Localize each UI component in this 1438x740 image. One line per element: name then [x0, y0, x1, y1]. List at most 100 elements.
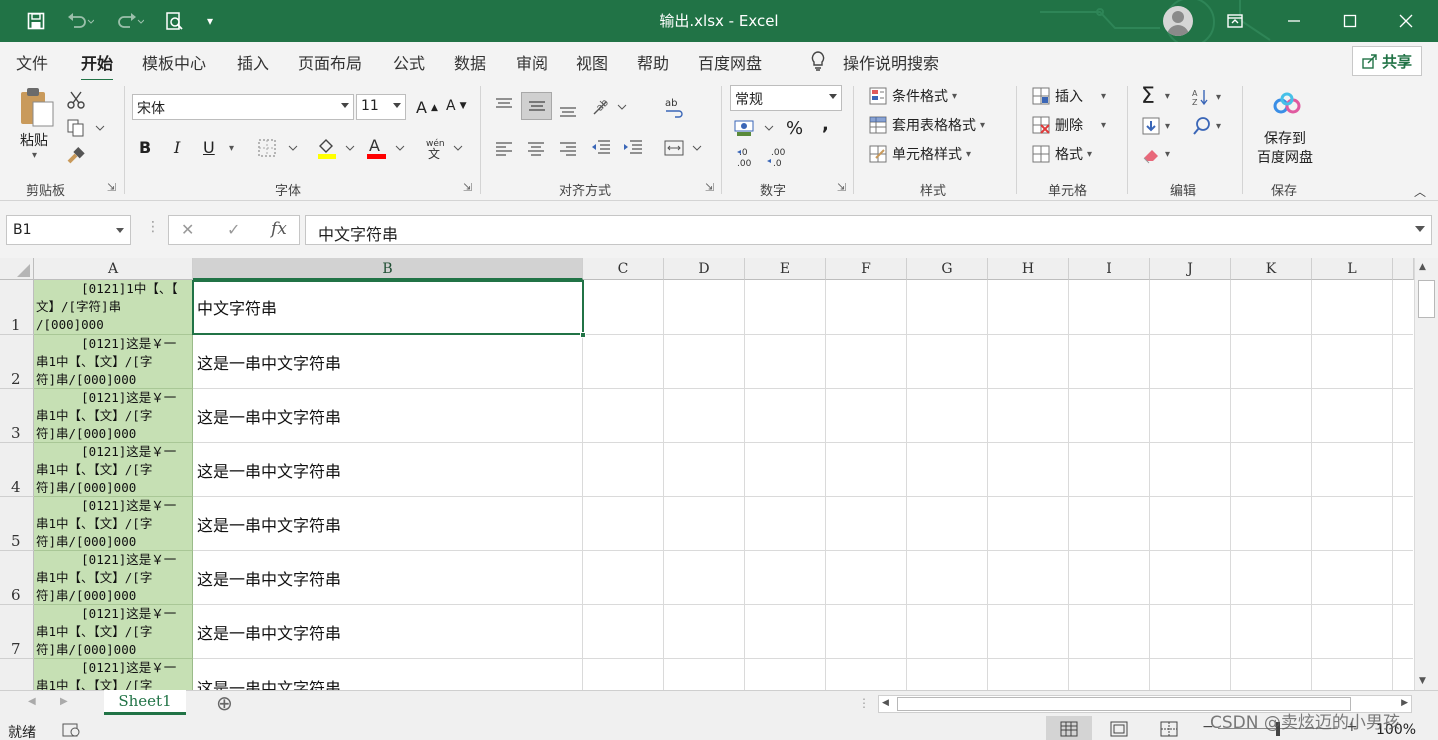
cell-a7[interactable]: [0121]这是￥一 串1中【、【文】/[字 符]串/[000]000 [34, 605, 193, 659]
find-select-icon[interactable]: ▾ [1192, 116, 1221, 136]
cancel-entry-icon[interactable]: ✕ [181, 220, 194, 239]
paste-button[interactable]: 粘贴 ▾ [18, 86, 58, 166]
italic-button[interactable]: I [174, 138, 180, 157]
vertical-scroll-thumb[interactable] [1418, 280, 1435, 318]
column-header-g[interactable]: G [907, 258, 988, 280]
user-avatar[interactable] [1163, 6, 1193, 36]
fill-color-icon[interactable] [316, 136, 360, 164]
column-header-b[interactable]: B [193, 258, 583, 280]
phonetic-guide-icon[interactable]: wén 文 [424, 136, 468, 164]
splitter-grip-icon[interactable]: ⋮ [858, 696, 870, 710]
collapse-ribbon-icon[interactable]: ︿ [1414, 183, 1426, 200]
underline-button[interactable]: U [203, 138, 215, 157]
scroll-down-icon[interactable]: ▼ [1419, 676, 1426, 686]
row-header-5[interactable]: 5 [0, 497, 34, 551]
column-header-e[interactable]: E [745, 258, 826, 280]
confirm-entry-icon[interactable]: ✓ [227, 220, 240, 239]
increase-decimal-icon[interactable]: .0.00 [735, 146, 757, 172]
prev-sheet-icon[interactable]: ◀ [28, 696, 36, 707]
font-name-select[interactable]: 宋体 [132, 94, 354, 120]
wrap-text-icon[interactable]: ab [663, 96, 685, 122]
align-top-icon[interactable] [494, 96, 514, 118]
column-header-f[interactable]: F [826, 258, 907, 280]
formula-input[interactable]: 中文字符串 [305, 215, 1432, 245]
column-header-l[interactable]: L [1312, 258, 1393, 280]
cut-icon[interactable] [66, 90, 86, 114]
cell-a3[interactable]: [0121]这是￥一 串1中【、【文】/[字 符]串/[000]000 [34, 389, 193, 443]
align-right-icon[interactable] [558, 140, 578, 160]
cell-b5[interactable]: 这是一串中文字符串 [193, 497, 583, 551]
insert-cells-button[interactable]: 插入 ▾ [1031, 86, 1106, 106]
decrease-font-size-icon[interactable]: A ▼ [446, 98, 467, 114]
bold-button[interactable]: B [139, 138, 151, 157]
tell-me-search[interactable]: 操作说明搜索 [843, 50, 939, 74]
row-header-2[interactable]: 2 [0, 335, 34, 389]
cell-a2[interactable]: [0121]这是￥一 串1中【、【文】/[字 符]串/[000]000 [34, 335, 193, 389]
ribbon-display-options-icon[interactable] [1218, 0, 1252, 42]
accessibility-icon[interactable] [62, 722, 82, 740]
row-header-3[interactable]: 3 [0, 389, 34, 443]
column-header-d[interactable]: D [664, 258, 745, 280]
row-header-6[interactable]: 6 [0, 551, 34, 605]
tab-home[interactable]: 开始 [81, 50, 114, 82]
row-header-8[interactable]: 8 [0, 659, 34, 690]
cell-b6[interactable]: 这是一串中文字符串 [193, 551, 583, 605]
align-left-icon[interactable] [494, 140, 514, 160]
fill-handle[interactable] [580, 332, 586, 338]
column-header-i[interactable]: I [1069, 258, 1150, 280]
add-sheet-icon[interactable]: ⊕ [216, 691, 233, 715]
font-launcher-icon[interactable]: ⇲ [463, 181, 472, 194]
column-header-a[interactable]: A [34, 258, 193, 280]
cell-a5[interactable]: [0121]这是￥一 串1中【、【文】/[字 符]串/[000]000 [34, 497, 193, 551]
vertical-scrollbar[interactable]: ▲ ▼ [1414, 258, 1438, 690]
font-size-select[interactable]: 11 [356, 94, 406, 120]
page-break-view-icon[interactable] [1160, 721, 1178, 740]
autosum-icon[interactable]: Σ ▾ [1141, 84, 1170, 109]
cell-a8[interactable]: [0121]这是￥一 串1中【、【文】/[字 [34, 659, 193, 690]
tab-insert[interactable]: 插入 [237, 50, 269, 74]
scroll-left-icon[interactable]: ◀ [882, 698, 889, 708]
save-to-baidu-button[interactable]: 保存到 百度网盘 [1254, 92, 1320, 172]
font-color-icon[interactable]: A [366, 136, 410, 164]
minimize-button[interactable] [1272, 0, 1316, 42]
column-header-h[interactable]: H [988, 258, 1069, 280]
decrease-decimal-icon[interactable]: .00.0 [765, 146, 787, 172]
borders-icon[interactable] [257, 138, 301, 162]
sort-filter-icon[interactable]: A Z ▾ [1192, 88, 1221, 106]
cell-b8[interactable]: 这是一串中文字符串 [193, 659, 583, 690]
tab-formulas[interactable]: 公式 [393, 50, 425, 74]
decrease-indent-icon[interactable] [590, 138, 612, 160]
format-as-table-button[interactable]: 套用表格格式 ▾ [868, 115, 985, 135]
alignment-launcher-icon[interactable]: ⇲ [705, 181, 714, 194]
maximize-button[interactable] [1328, 0, 1372, 42]
scroll-right-icon[interactable]: ▶ [1401, 698, 1408, 708]
align-middle-button[interactable] [521, 92, 552, 120]
column-header-c[interactable]: C [583, 258, 664, 280]
clipboard-launcher-icon[interactable]: ⇲ [107, 181, 116, 194]
sheet-tab-sheet1[interactable]: Sheet1 [104, 690, 186, 715]
column-header-k[interactable]: K [1231, 258, 1312, 280]
tab-file[interactable]: 文件 [16, 50, 48, 74]
cell-a6[interactable]: [0121]这是￥一 串1中【、【文】/[字 符]串/[000]000 [34, 551, 193, 605]
select-all-button[interactable] [0, 258, 34, 280]
insert-function-icon[interactable]: fx [271, 219, 287, 239]
merge-center-icon[interactable] [663, 138, 705, 162]
increase-indent-icon[interactable] [622, 138, 644, 160]
tab-help[interactable]: 帮助 [637, 50, 669, 74]
number-format-select[interactable]: 常规 [730, 85, 842, 111]
conditional-formatting-button[interactable]: 条件格式 ▾ [868, 86, 957, 106]
cell-b7[interactable]: 这是一串中文字符串 [193, 605, 583, 659]
next-sheet-icon[interactable]: ▶ [60, 696, 68, 707]
row-header-4[interactable]: 4 [0, 443, 34, 497]
fill-icon[interactable]: ▾ [1141, 116, 1170, 136]
close-button[interactable] [1384, 0, 1428, 42]
row-header-1[interactable]: 1 [0, 280, 34, 335]
align-bottom-icon[interactable] [558, 102, 578, 124]
cell-a4[interactable]: [0121]这是￥一 串1中【、【文】/[字 符]串/[000]000 [34, 443, 193, 497]
cell-a1[interactable]: [0121]1中【、【 文】/[字符]串 /[000]000 [34, 280, 193, 335]
cell-b4[interactable]: 这是一串中文字符串 [193, 443, 583, 497]
tab-template-center[interactable]: 模板中心 [142, 50, 206, 74]
clear-icon[interactable]: ▾ [1141, 144, 1170, 164]
cell-b2[interactable]: 这是一串中文字符串 [193, 335, 583, 389]
tab-baidu-netdisk[interactable]: 百度网盘 [698, 50, 762, 74]
